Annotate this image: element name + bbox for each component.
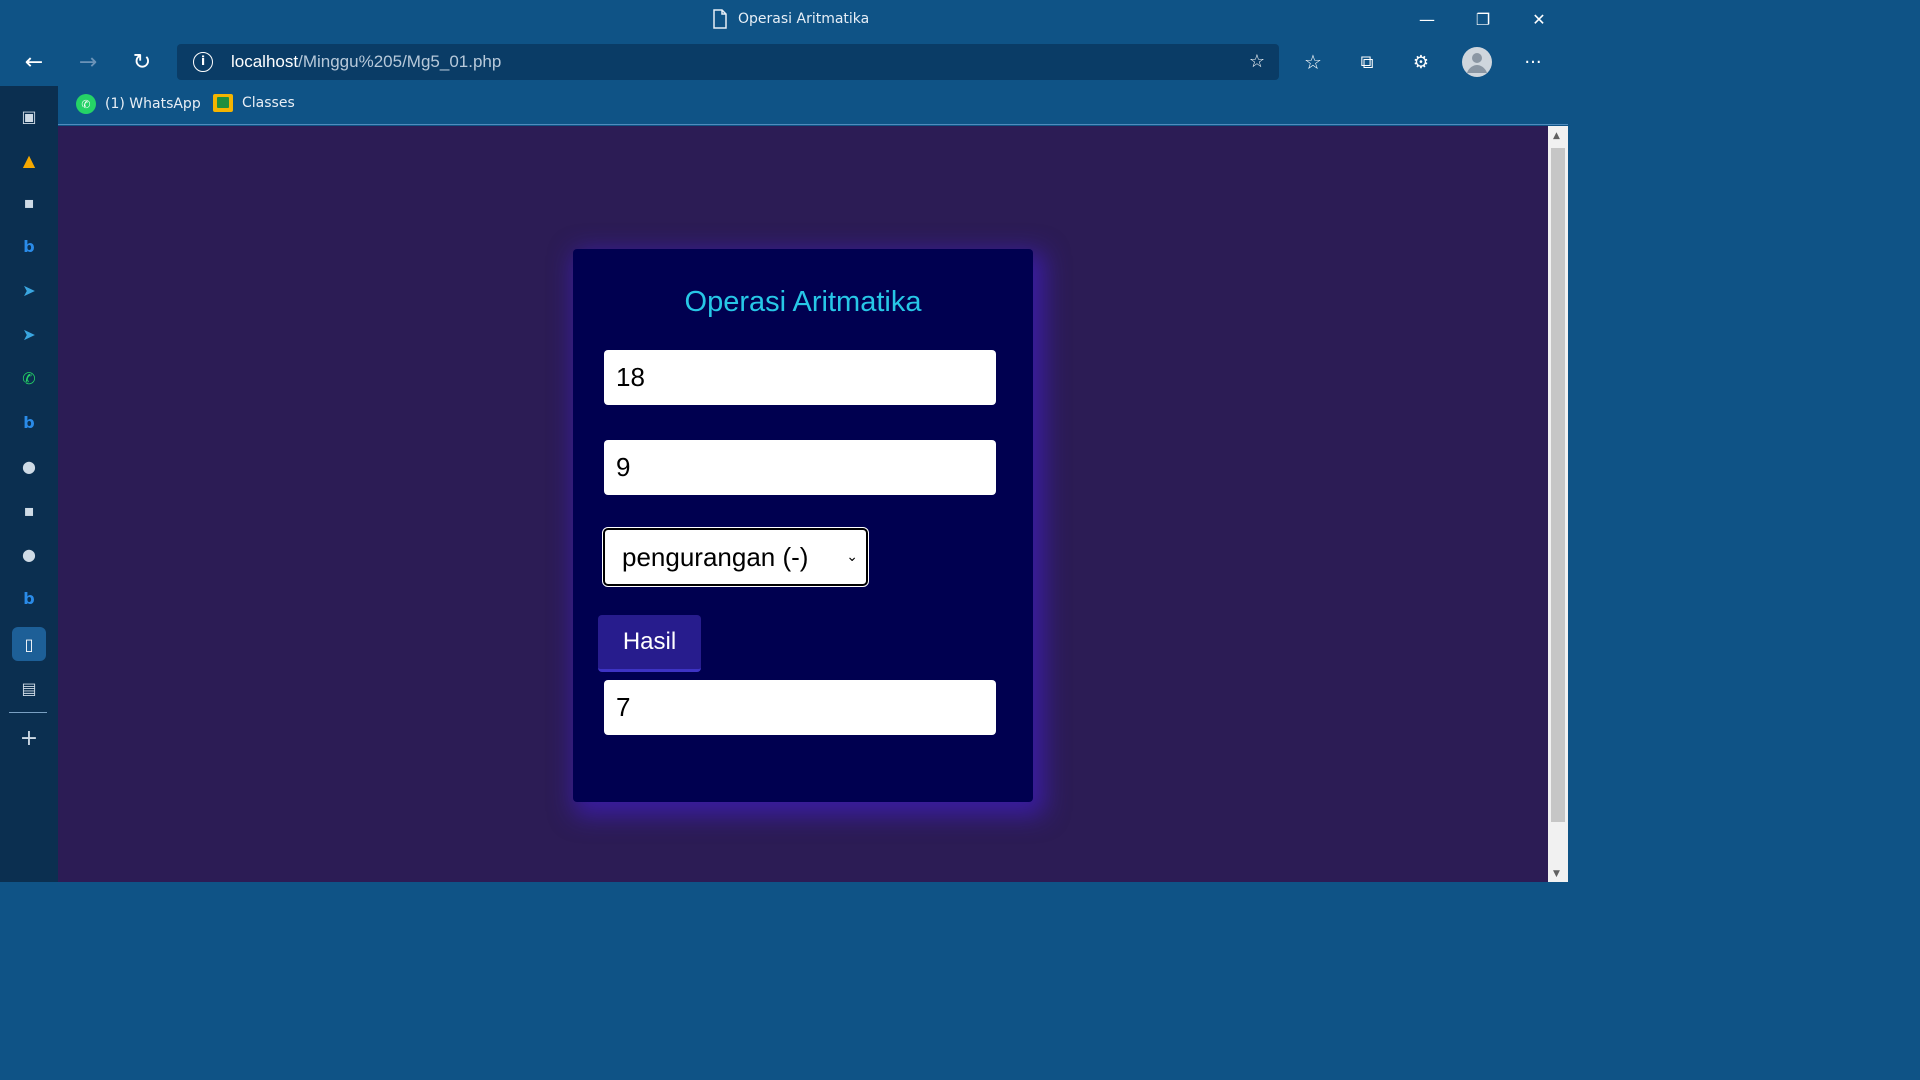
arithmetic-form-card: Operasi Aritmatika pengurangan (-) ⌄ Has… [573,249,1033,802]
collections-icon[interactable]: ⧉ [1354,49,1380,75]
bookmark-classes[interactable]: Classes [213,94,295,112]
bing-icon[interactable]: b [12,229,46,263]
chevron-down-icon: ⌄ [846,548,858,564]
bookmarks-bar: ✆ (1) WhatsApp Classes [58,86,1568,125]
back-button[interactable]: ← [21,49,47,75]
tab-actions-icon[interactable]: ▣ [12,99,46,133]
settings-menu-icon[interactable]: ··· [1520,49,1546,75]
vertical-scrollbar[interactable]: ▲ ▼ [1548,126,1568,882]
url-host: localhost [231,52,299,71]
result-output[interactable] [604,680,996,735]
second-number-input[interactable] [604,440,996,495]
forward-button[interactable]: → [75,49,101,75]
firebase-icon[interactable]: ▲ [12,143,46,177]
bing-icon[interactable]: b [12,581,46,615]
document-icon [713,9,727,29]
github-icon[interactable]: ● [12,449,46,483]
whatsapp-icon: ✆ [76,94,96,114]
page-content: Operasi Aritmatika pengurangan (-) ⌄ Has… [58,126,1548,882]
favorites-icon[interactable]: ☆ [1300,49,1326,75]
operation-selected-value: pengurangan (-) [622,541,809,572]
vertical-tabs-sidebar: ▣ ▲ ▪ b ➤ ➤ ✆ b ● ▪ ● b ▯ ▤ + [0,86,58,882]
github-icon[interactable]: ● [12,537,46,571]
person-icon [1467,53,1487,73]
new-tab-plus-icon[interactable]: + [12,721,46,755]
profile-avatar[interactable] [1462,47,1492,77]
url-path: /Minggu%205/Mg5_01.php [298,52,502,71]
add-favorite-icon[interactable]: ☆ [1249,51,1265,72]
operation-select[interactable]: pengurangan (-) ⌄ [602,527,869,587]
bookmark-whatsapp[interactable]: ✆ (1) WhatsApp [76,94,201,114]
first-number-input[interactable] [604,350,996,405]
document-icon[interactable]: ▯ [12,627,46,661]
contacts-icon[interactable]: ▪ [12,493,46,527]
refresh-button[interactable]: ↻ [129,49,155,75]
contacts-icon[interactable]: ▪ [12,185,46,219]
scroll-up-arrow-icon[interactable]: ▲ [1553,131,1560,141]
window-title: Operasi Aritmatika [712,9,869,29]
close-button[interactable]: ✕ [1528,8,1550,30]
scrollbar-thumb[interactable] [1551,148,1565,822]
info-icon[interactable]: i [193,52,213,72]
scroll-down-arrow-icon[interactable]: ▼ [1553,869,1560,879]
window-title-text: Operasi Aritmatika [738,11,870,27]
form-title: Operasi Aritmatika [684,286,922,318]
bookmark-label: (1) WhatsApp [105,96,201,112]
result-button[interactable]: Hasil [598,615,701,672]
telegram-icon[interactable]: ➤ [12,317,46,351]
bing-icon[interactable]: b [12,405,46,439]
sidebar-divider [9,712,47,713]
bookmark-label: Classes [242,95,295,111]
restore-button[interactable]: ❐ [1472,8,1494,30]
telegram-icon[interactable]: ➤ [12,273,46,307]
url-text[interactable]: localhost/Minggu%205/Mg5_01.php [231,52,501,72]
extensions-icon[interactable]: ⚙ [1408,49,1434,75]
calendar-icon[interactable]: ▤ [12,671,46,705]
title-bar: Operasi Aritmatika — ❐ ✕ [0,0,1568,38]
minimize-button[interactable]: — [1416,8,1438,30]
navigation-bar: ← → ↻ i localhost/Minggu%205/Mg5_01.php … [0,38,1568,86]
whatsapp-icon[interactable]: ✆ [12,361,46,395]
address-bar[interactable]: i localhost/Minggu%205/Mg5_01.php ☆ [177,44,1279,80]
google-classroom-icon [213,94,233,112]
